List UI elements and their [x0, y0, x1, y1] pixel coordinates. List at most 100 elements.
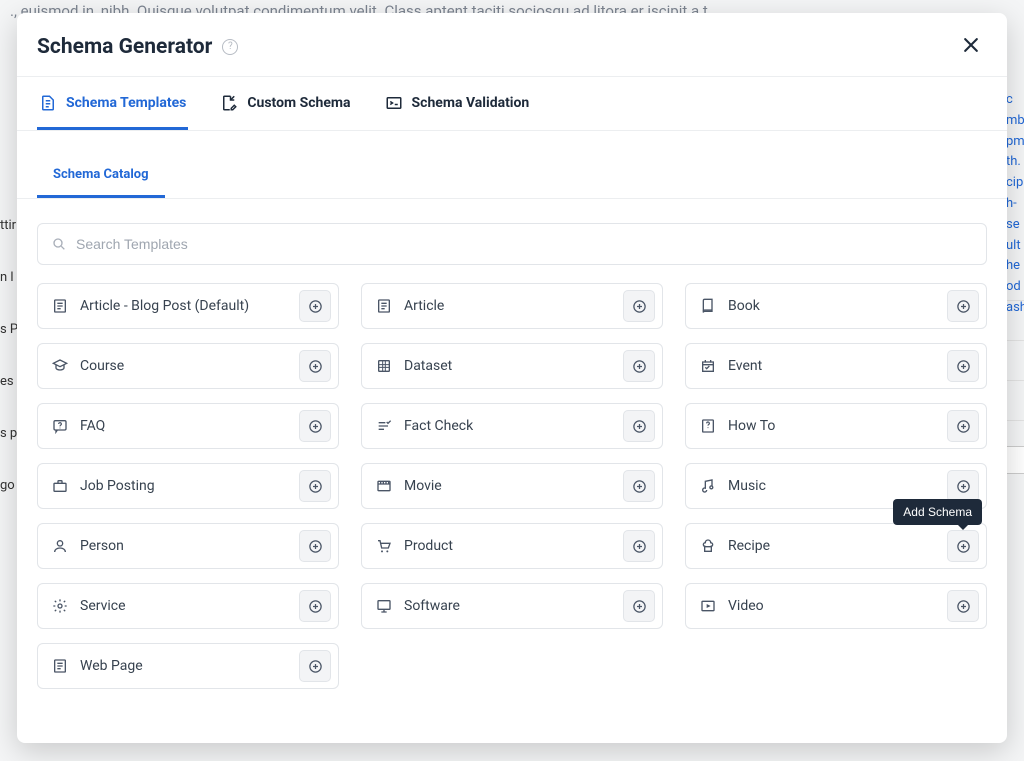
template-card-left: Music [700, 478, 766, 494]
add-schema-button[interactable] [623, 590, 655, 622]
tab-custom-schema[interactable]: Custom Schema [218, 77, 352, 130]
template-card[interactable]: Software [361, 583, 663, 629]
recipe-icon [700, 538, 716, 554]
add-schema-button[interactable] [623, 470, 655, 502]
tab-schema-validation[interactable]: Schema Validation [383, 77, 532, 130]
plus-circle-icon [956, 479, 971, 494]
terminal-box-icon [385, 94, 403, 112]
plus-circle-icon [308, 419, 323, 434]
template-label: Software [404, 598, 460, 614]
search-input[interactable] [37, 223, 987, 265]
add-schema-button[interactable] [299, 410, 331, 442]
template-card[interactable]: Recipe Add Schema [685, 523, 987, 569]
plus-circle-icon [632, 479, 647, 494]
template-grid: Article - Blog Post (Default) Article Book… [37, 283, 987, 689]
fact-icon [376, 418, 392, 434]
article-icon [52, 298, 68, 314]
add-schema-button[interactable] [623, 410, 655, 442]
template-label: How To [728, 418, 775, 434]
add-schema-button[interactable]: Add Schema [947, 530, 979, 562]
template-card-left: Recipe [700, 538, 770, 554]
template-card[interactable]: How To [685, 403, 987, 449]
main-tabs: Schema Templates Custom Schema Schema Va… [17, 77, 1007, 131]
add-schema-button[interactable] [299, 530, 331, 562]
plus-circle-icon [308, 539, 323, 554]
template-card-left: Course [52, 358, 124, 374]
tab-label: Custom Schema [247, 95, 350, 111]
add-schema-button[interactable] [299, 470, 331, 502]
plus-circle-icon [956, 359, 971, 374]
movie-icon [376, 478, 392, 494]
template-label: Recipe [728, 538, 770, 554]
plus-circle-icon [956, 599, 971, 614]
add-schema-button[interactable] [947, 470, 979, 502]
template-card[interactable]: Course [37, 343, 339, 389]
add-schema-button[interactable] [299, 650, 331, 682]
template-card[interactable]: Article [361, 283, 663, 329]
grad-icon [52, 358, 68, 374]
template-card[interactable]: Product [361, 523, 663, 569]
template-card[interactable]: Event [685, 343, 987, 389]
background-right-fragments: cmbpmth.ciph-seultheodash [1006, 90, 1024, 319]
add-schema-button[interactable] [623, 530, 655, 562]
briefcase-icon [52, 478, 68, 494]
template-card-left: Software [376, 598, 460, 614]
add-schema-button[interactable] [299, 290, 331, 322]
add-schema-button[interactable] [947, 410, 979, 442]
close-button[interactable] [957, 31, 985, 62]
template-label: Product [404, 538, 453, 554]
cart-icon [376, 538, 392, 554]
plus-circle-icon [308, 299, 323, 314]
template-card-left: Book [700, 298, 760, 314]
article-icon [376, 298, 392, 314]
add-schema-button[interactable] [299, 590, 331, 622]
template-label: Dataset [404, 358, 452, 374]
sub-tab-schema-catalog[interactable]: Schema Catalog [37, 155, 165, 198]
tab-schema-templates[interactable]: Schema Templates [37, 77, 188, 130]
template-card[interactable]: Service [37, 583, 339, 629]
template-card[interactable]: Web Page [37, 643, 339, 689]
template-card-left: Dataset [376, 358, 452, 374]
template-card[interactable]: Video [685, 583, 987, 629]
template-card-left: Movie [376, 478, 442, 494]
template-card[interactable]: Person [37, 523, 339, 569]
template-card[interactable]: Article - Blog Post (Default) [37, 283, 339, 329]
template-label: Book [728, 298, 760, 314]
add-schema-button[interactable] [947, 290, 979, 322]
template-label: Article [404, 298, 444, 314]
template-card[interactable]: FAQ [37, 403, 339, 449]
add-schema-tooltip: Add Schema [893, 499, 982, 525]
plus-circle-icon [632, 299, 647, 314]
add-schema-button[interactable] [947, 590, 979, 622]
add-schema-button[interactable] [947, 350, 979, 382]
template-label: Video [728, 598, 764, 614]
plus-circle-icon [956, 419, 971, 434]
template-label: Movie [404, 478, 442, 494]
close-icon [961, 35, 981, 55]
template-label: FAQ [80, 418, 105, 434]
modal-header: Schema Generator ? [17, 13, 1007, 77]
plus-circle-icon [308, 599, 323, 614]
template-card-left: Job Posting [52, 478, 155, 494]
template-card[interactable]: Book [685, 283, 987, 329]
sub-tabs: Schema Catalog [17, 155, 1007, 199]
template-card-left: Fact Check [376, 418, 473, 434]
add-schema-button[interactable] [623, 290, 655, 322]
template-card[interactable]: Dataset [361, 343, 663, 389]
plus-circle-icon [632, 599, 647, 614]
plus-circle-icon [308, 659, 323, 674]
tab-label: Schema Templates [66, 95, 186, 111]
modal-content: Article - Blog Post (Default) Article Book… [17, 199, 1007, 743]
template-card[interactable]: Fact Check [361, 403, 663, 449]
template-label: Web Page [80, 658, 143, 674]
video-icon [700, 598, 716, 614]
template-card[interactable]: Movie [361, 463, 663, 509]
template-card-left: Event [700, 358, 762, 374]
template-card[interactable]: Job Posting [37, 463, 339, 509]
faq-icon [52, 418, 68, 434]
add-schema-button[interactable] [299, 350, 331, 382]
person-icon [52, 538, 68, 554]
help-icon[interactable]: ? [222, 39, 238, 55]
add-schema-button[interactable] [623, 350, 655, 382]
modal-title: Schema Generator [37, 35, 212, 59]
